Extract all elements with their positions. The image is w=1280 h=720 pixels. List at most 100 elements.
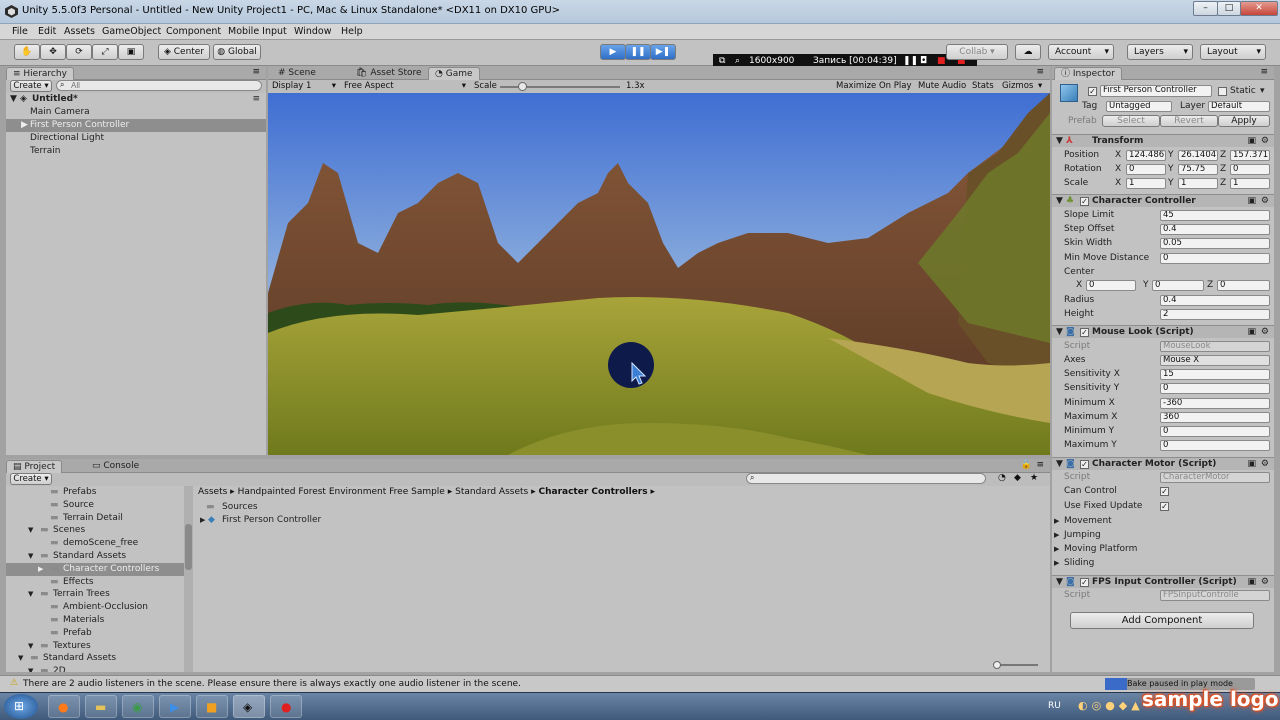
lock-icon[interactable]: 🔒 <box>1021 460 1032 470</box>
add-component-button[interactable]: Add Component <box>1070 612 1254 629</box>
tree-item[interactable]: ▬ Ambient-Occlusion <box>6 601 188 614</box>
position-x-field[interactable]: 124.486 <box>1126 150 1166 161</box>
tray-icons[interactable]: ◐◎●◆▲ <box>1078 699 1144 712</box>
center-z-field[interactable]: 0 <box>1217 280 1270 291</box>
game-render-viewport[interactable] <box>268 93 1050 455</box>
prefab-revert-button[interactable]: Revert <box>1160 115 1218 127</box>
taskbar-app-orange[interactable]: ■ <box>196 695 228 718</box>
center-x-field[interactable]: 0 <box>1086 280 1136 291</box>
expand-arrow-icon[interactable]: ▼ <box>28 665 33 672</box>
hierarchy-item-first-person-controller[interactable]: ▶ First Person Controller <box>6 119 266 132</box>
expand-arrow-icon[interactable]: ▼ <box>10 93 17 106</box>
sensitivity-x-field[interactable]: 15 <box>1160 369 1270 380</box>
step-offset-field[interactable]: 0.4 <box>1160 224 1270 235</box>
play-button[interactable]: ▶ <box>600 44 626 60</box>
hand-tool-button[interactable]: ✋ <box>14 44 40 60</box>
expand-arrow-icon[interactable]: ▶ <box>38 563 43 576</box>
maximize-button[interactable]: □ <box>1217 1 1241 16</box>
window-titlebar[interactable]: Unity 5.5.0f3 Personal - Untitled - New … <box>0 0 1280 24</box>
tab-scene[interactable]: # Scene <box>272 67 322 80</box>
character-motor-enabled-checkbox[interactable]: ✓ <box>1080 460 1089 469</box>
tree-scrollbar-thumb[interactable] <box>185 524 192 570</box>
display-dropdown[interactable]: Display 1 ▾ <box>272 80 338 92</box>
tab-inspector[interactable]: ⓘ Inspector <box>1054 67 1122 80</box>
taskbar-media-player[interactable]: ▶ <box>159 695 191 718</box>
gizmos-dropdown[interactable]: Gizmos <box>1002 80 1033 92</box>
tree-item[interactable]: ▼ ▬ Terrain Trees <box>6 588 188 601</box>
position-z-field[interactable]: 157.371 <box>1230 150 1270 161</box>
radius-field[interactable]: 0.4 <box>1160 295 1270 306</box>
layer-dropdown[interactable]: Default <box>1208 101 1270 112</box>
hierarchy-item-main-camera[interactable]: Main Camera <box>6 106 266 119</box>
skin-width-field[interactable]: 0.05 <box>1160 238 1270 249</box>
foldout-moving-platform[interactable]: ▶ Moving Platform <box>1052 543 1274 556</box>
file-item-first-person-controller[interactable]: ▶ ◆ First Person Controller <box>200 514 500 527</box>
tree-item[interactable]: ▼ ▬ 2D <box>6 665 188 672</box>
maximum-y-field[interactable]: 0 <box>1160 440 1270 451</box>
hierarchy-item-directional-light[interactable]: Directional Light <box>6 132 266 145</box>
collab-button[interactable]: Collab ▾ <box>946 44 1008 60</box>
tab-game[interactable]: ◔ Game <box>428 67 480 80</box>
tree-item[interactable]: ▼ ▬ Textures <box>6 640 188 653</box>
rect-tool-button[interactable]: ▣ <box>118 44 144 60</box>
scale-y-field[interactable]: 1 <box>1178 178 1218 189</box>
panel-menu-icon[interactable]: ≡ <box>1260 67 1268 77</box>
menu-help[interactable]: Help <box>341 26 363 37</box>
character-motor-header[interactable]: ▼ ◙ ✓ Character Motor (Script) ▣ ⚙ <box>1052 457 1274 470</box>
panel-menu-icon[interactable]: ≡ <box>252 67 260 77</box>
icon-size-slider[interactable] <box>993 661 1038 669</box>
expand-arrow-icon[interactable]: ▼ <box>28 588 33 601</box>
foldout-sliding[interactable]: ▶ Sliding <box>1052 557 1274 570</box>
tab-hierarchy[interactable]: ≡ Hierarchy <box>6 67 74 80</box>
gear-icon[interactable]: ⚙ <box>1261 326 1269 339</box>
pivot-global-button[interactable]: ◍ Global <box>213 44 261 60</box>
hierarchy-create-dropdown[interactable]: Create ▾ <box>10 80 52 92</box>
breadcrumb-item-current[interactable]: Character Controllers <box>539 487 648 497</box>
tree-item[interactable]: ▬ Materials <box>6 614 188 627</box>
mute-audio-toggle[interactable]: Mute Audio <box>918 80 966 92</box>
expand-arrow-icon[interactable]: ▼ <box>18 652 23 665</box>
rotation-y-field[interactable]: 75.75 <box>1178 164 1218 175</box>
menu-assets[interactable]: Assets <box>64 26 95 37</box>
gear-icon[interactable]: ⚙ <box>1261 135 1269 148</box>
pivot-center-button[interactable]: ◈ Center <box>158 44 210 60</box>
center-y-field[interactable]: 0 <box>1152 280 1204 291</box>
can-control-checkbox[interactable]: ✓ <box>1160 487 1169 496</box>
axes-dropdown[interactable]: Mouse X <box>1160 355 1270 366</box>
icon-size-slider-thumb[interactable] <box>993 661 1001 669</box>
tab-console[interactable]: ▭ Console <box>86 460 145 473</box>
close-button[interactable]: ✕ <box>1240 1 1278 16</box>
gear-icon[interactable]: ⚙ <box>1261 576 1269 589</box>
sensitivity-y-field[interactable]: 0 <box>1160 383 1270 394</box>
help-book-icon[interactable]: ▣ <box>1247 135 1256 148</box>
breadcrumb-item[interactable]: Standard Assets <box>455 487 528 497</box>
taskbar-firefox[interactable]: ● <box>48 695 80 718</box>
hierarchy-search-input[interactable] <box>56 80 262 91</box>
cloud-button[interactable]: ☁ <box>1015 44 1041 60</box>
transform-header[interactable]: ▼ ⅄ Transform ▣ ⚙ <box>1052 134 1274 147</box>
help-book-icon[interactable]: ▣ <box>1247 458 1256 471</box>
favorite-star-icon[interactable]: ★ <box>1030 473 1038 483</box>
hierarchy-item-terrain[interactable]: Terrain <box>6 145 266 158</box>
account-dropdown[interactable]: Account ▾ <box>1048 44 1114 60</box>
tree-item[interactable]: ▬ Prefab <box>6 627 188 640</box>
scale-x-field[interactable]: 1 <box>1126 178 1166 189</box>
pause-button[interactable]: ❚❚ <box>625 44 651 60</box>
scale-tool-button[interactable]: ⤢ <box>92 44 118 60</box>
chevron-down-icon[interactable]: ▾ <box>1260 86 1265 96</box>
taskbar-unity[interactable]: ◈ <box>233 695 265 718</box>
menu-edit[interactable]: Edit <box>38 26 56 37</box>
character-controller-header[interactable]: ▼ ♣ ✓ Character Controller ▣ ⚙ <box>1052 194 1274 207</box>
scale-slider-thumb[interactable] <box>518 82 527 91</box>
rotation-z-field[interactable]: 0 <box>1230 164 1270 175</box>
scene-menu-icon[interactable]: ≡ <box>252 93 260 106</box>
tab-project[interactable]: ▤ Project <box>6 460 63 473</box>
menu-file[interactable]: File <box>12 26 28 37</box>
tree-item[interactable]: ▬ Prefabs <box>6 486 188 499</box>
scene-root-row[interactable]: ▼ ◈ Untitled* ≡ <box>6 93 266 106</box>
foldout-jumping[interactable]: ▶ Jumping <box>1052 529 1274 542</box>
menu-component[interactable]: Component <box>166 26 221 37</box>
object-name-field[interactable]: First Person Controller <box>1100 85 1212 97</box>
tree-item[interactable]: ▼ ▬ Standard Assets <box>6 652 188 665</box>
rotation-x-field[interactable]: 0 <box>1126 164 1166 175</box>
